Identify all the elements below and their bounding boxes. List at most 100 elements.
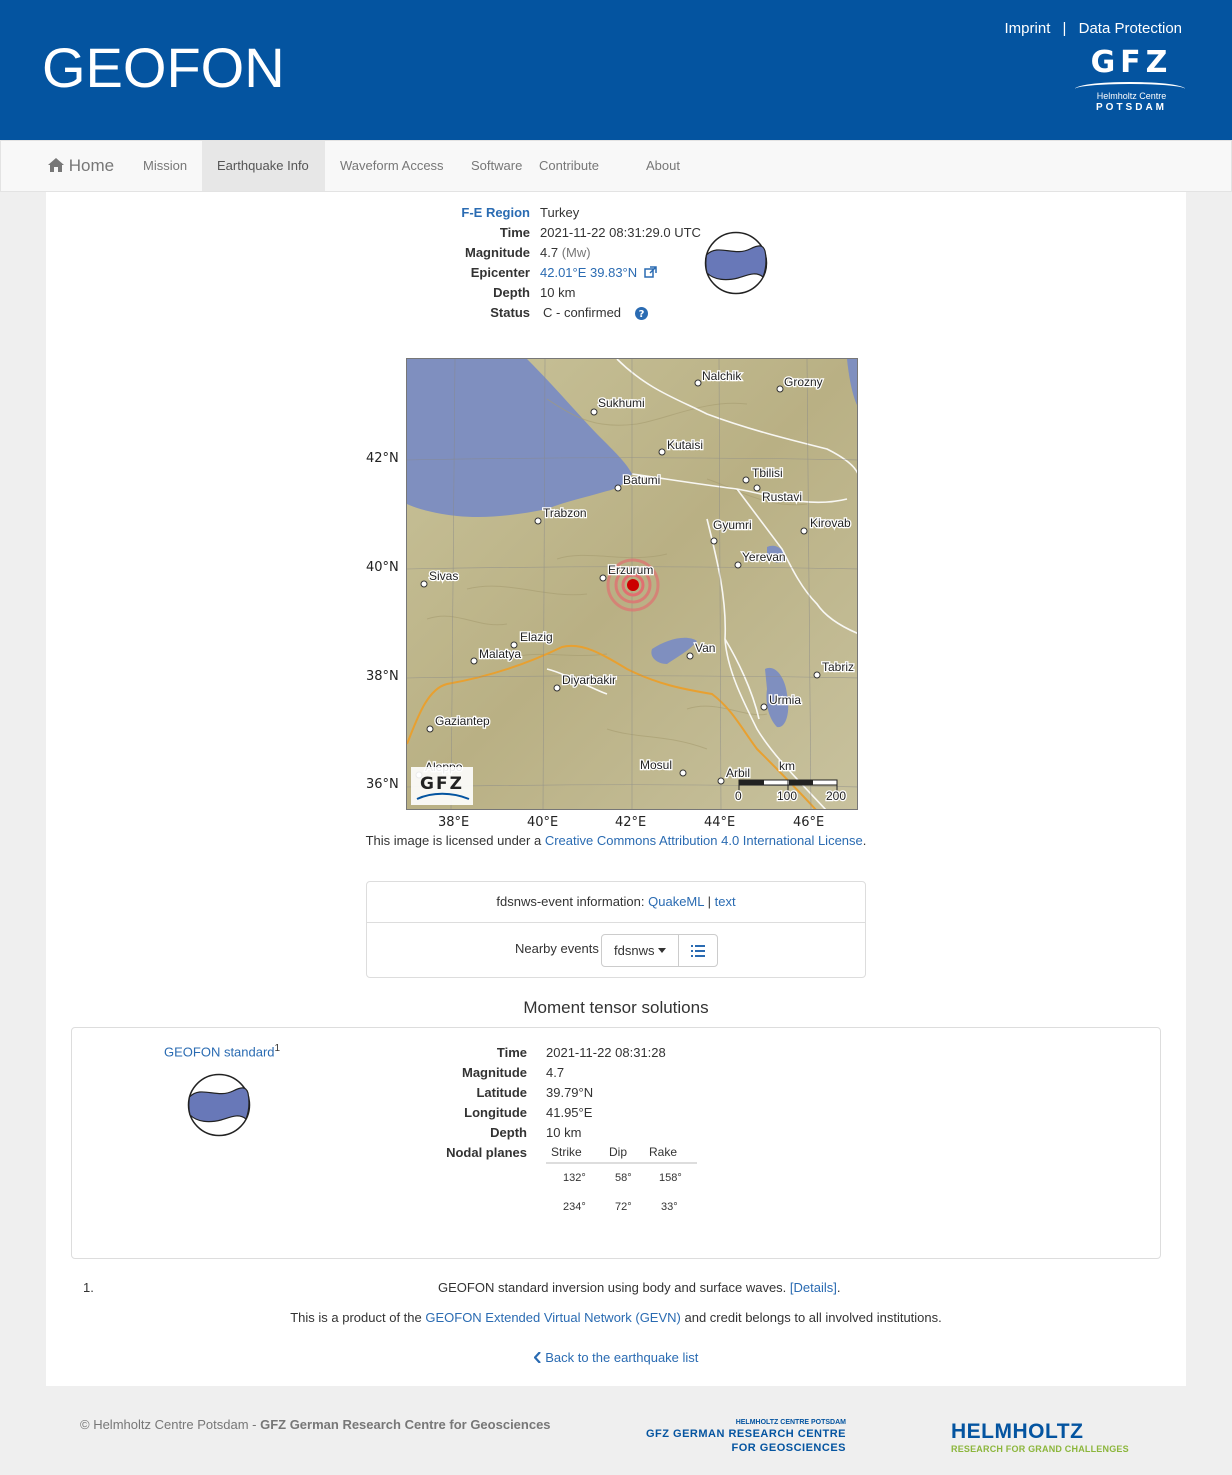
fdsnws-dropdown[interactable]: fdsnws xyxy=(601,934,679,967)
gevn-link[interactable]: GEOFON Extended Virtual Network (GEVN) xyxy=(425,1310,681,1325)
license-link[interactable]: Creative Commons Attribution 4.0 Interna… xyxy=(545,833,863,848)
help-icon[interactable]: ? xyxy=(635,307,648,320)
data-protection-link[interactable]: Data Protection xyxy=(1079,20,1182,37)
nav-contribute[interactable]: Contribute xyxy=(524,141,614,191)
scale-label: 0 xyxy=(735,789,742,803)
fdsnws-panel: fdsnws-event information: QuakeML | text… xyxy=(366,881,866,978)
np-cell: 58° xyxy=(615,1172,632,1184)
epicenter-value: 42.01°E 39.83°N xyxy=(540,263,657,283)
helmholtz-wordmark: HELMHOLTZ xyxy=(951,1420,1084,1443)
footnote-body: GEOFON standard inversion using body and… xyxy=(438,1280,787,1295)
credit-prefix: This is a product of the xyxy=(290,1310,426,1325)
lat-label: 36°N xyxy=(366,777,399,792)
fdsnws-info-row: fdsnws-event information: QuakeML | text xyxy=(367,882,865,923)
mt-magnitude-label: Magnitude xyxy=(462,1065,527,1080)
footnote-dot: . xyxy=(836,1280,841,1295)
depth-value: 10 km xyxy=(540,285,576,300)
city-label: Elazig xyxy=(520,630,553,644)
epicenter-marker[interactable] xyxy=(627,579,639,591)
gfz-footer-small: HELMHOLTZ CENTRE POTSDAM xyxy=(735,1419,846,1426)
status-value: C - confirmed xyxy=(543,303,621,323)
np-header: Rake xyxy=(649,1145,678,1159)
nav-home[interactable]: Home xyxy=(33,141,129,191)
mt-magnitude-value: 4.7 xyxy=(546,1065,565,1080)
nav-home-label: Home xyxy=(68,156,115,175)
depth-label: Depth xyxy=(493,285,530,300)
magnitude-type: (Mw) xyxy=(561,245,591,260)
mt-longitude-value: 41.95°E xyxy=(546,1105,593,1120)
back-to-list-link[interactable]: Back to the earthquake list xyxy=(533,1350,698,1365)
nav-about[interactable]: About xyxy=(631,141,695,191)
city-label: Sukhumi xyxy=(598,396,645,410)
fdsnws-label: fdsnws-event information: xyxy=(496,894,645,909)
scale-unit: km xyxy=(779,759,795,773)
city-label: Rustavi xyxy=(762,490,802,504)
beachball-icon xyxy=(704,231,768,295)
nav-waveform-access[interactable]: Waveform Access xyxy=(325,141,459,191)
gfz-logo[interactable]: GFZ Helmholtz Centre POTSDAM xyxy=(1075,46,1185,126)
mt-time-label: Time xyxy=(496,1045,527,1060)
quakeml-link[interactable]: QuakeML xyxy=(648,894,704,909)
magnitude-value: 4.7 (Mw) xyxy=(540,243,591,263)
region-value: Turkey xyxy=(540,205,580,220)
gfz-logo-arc xyxy=(1075,82,1185,96)
mt-latitude-label: Latitude xyxy=(476,1085,527,1100)
nav-earthquake-info[interactable]: Earthquake Info xyxy=(202,141,325,191)
nav-mission[interactable]: Mission xyxy=(128,141,202,191)
city-label: Batumi xyxy=(623,473,660,487)
map-canvas: Nalchik Grozny Sukhumi Kutaisi Batumi Tb… xyxy=(407,359,857,809)
license-suffix: . xyxy=(862,833,867,848)
helmholtz-logo[interactable]: HELMHOLTZ RESEARCH FOR GRAND CHALLENGES xyxy=(951,1420,1129,1455)
np-row: 132° 58° 158° xyxy=(546,1164,697,1193)
site-title[interactable]: GEOFON xyxy=(42,36,285,100)
imprint-link[interactable]: Imprint xyxy=(1005,20,1051,37)
region-label[interactable]: F-E Region xyxy=(461,203,530,223)
nearby-events-label: Nearby events xyxy=(515,941,599,956)
credit-suffix: and credit belongs to all involved insti… xyxy=(680,1310,942,1325)
event-map[interactable]: Nalchik Grozny Sukhumi Kutaisi Batumi Tb… xyxy=(406,358,858,810)
gfz-logo-line2: POTSDAM xyxy=(1096,102,1167,113)
external-link-icon[interactable] xyxy=(644,266,657,278)
svg-text:?: ? xyxy=(639,309,645,320)
fdsnws-dropdown-value: fdsnws xyxy=(614,943,655,958)
copyright-org: GFZ German Research Centre for Geoscienc… xyxy=(260,1417,551,1432)
np-row: 234° 72° 33° xyxy=(546,1193,697,1222)
mt-title: Moment tensor solutions xyxy=(523,998,709,1017)
lon-label: 38°E xyxy=(438,815,470,830)
map-logo-text: GFZ xyxy=(420,774,464,794)
lon-label: 40°E xyxy=(527,815,559,830)
credit-line: This is a product of the GEOFON Extended… xyxy=(0,1310,1232,1325)
mt-longitude-label: Longitude xyxy=(464,1105,527,1120)
copyright: © Helmholtz Centre Potsdam - GFZ German … xyxy=(80,1417,551,1432)
status-text: - confirmed xyxy=(556,305,622,320)
np-cell: 33° xyxy=(661,1201,678,1213)
city-label: Erzurum xyxy=(608,563,653,577)
nearby-events-row: Nearby events fdsnws xyxy=(367,923,865,978)
city-label: Kirovab xyxy=(810,516,851,530)
city-label: Malatya xyxy=(479,647,521,661)
nearby-list-button[interactable] xyxy=(678,934,718,967)
lat-label: 42°N xyxy=(366,451,399,466)
back-link-row: Back to the earthquake list xyxy=(0,1350,1232,1365)
lat-label: 38°N xyxy=(366,669,399,684)
city-label: Tabriz xyxy=(822,660,854,674)
epicenter-link[interactable]: 42.01°E 39.83°N xyxy=(540,265,637,280)
city-label: Sivas xyxy=(429,569,458,583)
city-label: Diyarbakir xyxy=(562,673,616,687)
mt-nodal-planes-label: Nodal planes xyxy=(446,1145,527,1160)
site-footer: © Helmholtz Centre Potsdam - GFZ German … xyxy=(0,1386,1232,1475)
main-navbar: Home Mission Earthquake Info Waveform Ac… xyxy=(0,140,1232,192)
status-label: Status xyxy=(490,305,530,320)
np-header-row: Strike Dip Rake xyxy=(546,1144,697,1164)
gfz-footer-logo[interactable]: HELMHOLTZ CENTRE POTSDAM GFZ GERMAN RESE… xyxy=(640,1419,846,1455)
epicenter-label: Epicenter xyxy=(470,265,530,280)
license-prefix: This image is licensed under a xyxy=(365,833,545,848)
copyright-prefix: © Helmholtz Centre Potsdam - xyxy=(80,1417,261,1432)
text-link[interactable]: text xyxy=(715,894,736,909)
city-label: Van xyxy=(695,641,715,655)
np-cell: 132° xyxy=(563,1172,586,1184)
city-label: Grozny xyxy=(784,375,823,389)
details-link[interactable]: [Details] xyxy=(790,1280,837,1295)
lon-label: 42°E xyxy=(615,815,647,830)
np-cell: 158° xyxy=(659,1172,682,1184)
